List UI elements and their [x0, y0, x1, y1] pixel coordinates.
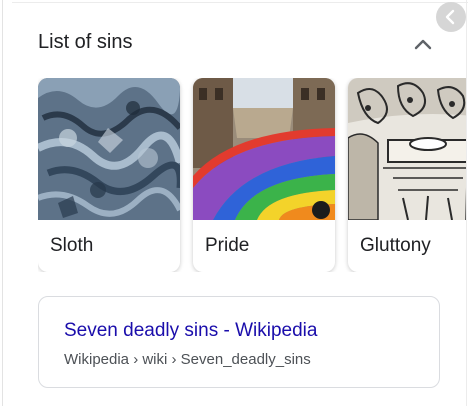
- search-result[interactable]: Seven deadly sins - Wikipedia Wikipedia …: [38, 296, 440, 388]
- pride-image: [193, 78, 335, 220]
- carousel-card-sloth[interactable]: Sloth: [38, 78, 180, 272]
- carousel-card-gluttony[interactable]: Gluttony: [348, 78, 466, 272]
- section-title: List of sins: [38, 31, 133, 53]
- result-url: Wikipedia › wiki › Seven_deadly_sins: [64, 351, 311, 368]
- close-icon[interactable]: [436, 2, 466, 32]
- sloth-image: [38, 78, 180, 220]
- left-divider: [2, 0, 3, 406]
- chevron-up-icon: [414, 39, 432, 50]
- carousel-card-label: Gluttony: [360, 235, 431, 256]
- sins-carousel[interactable]: Sloth Pride Gluttony: [38, 78, 466, 272]
- carousel-card-label: Pride: [205, 235, 250, 256]
- result-title-link[interactable]: Seven deadly sins - Wikipedia: [64, 320, 317, 342]
- top-divider: [12, 2, 468, 3]
- collapse-button[interactable]: [408, 30, 438, 60]
- carousel-card-label: Sloth: [50, 235, 94, 256]
- gluttony-image: [348, 78, 466, 220]
- carousel-card-pride[interactable]: Pride: [193, 78, 335, 272]
- right-divider: [466, 0, 467, 406]
